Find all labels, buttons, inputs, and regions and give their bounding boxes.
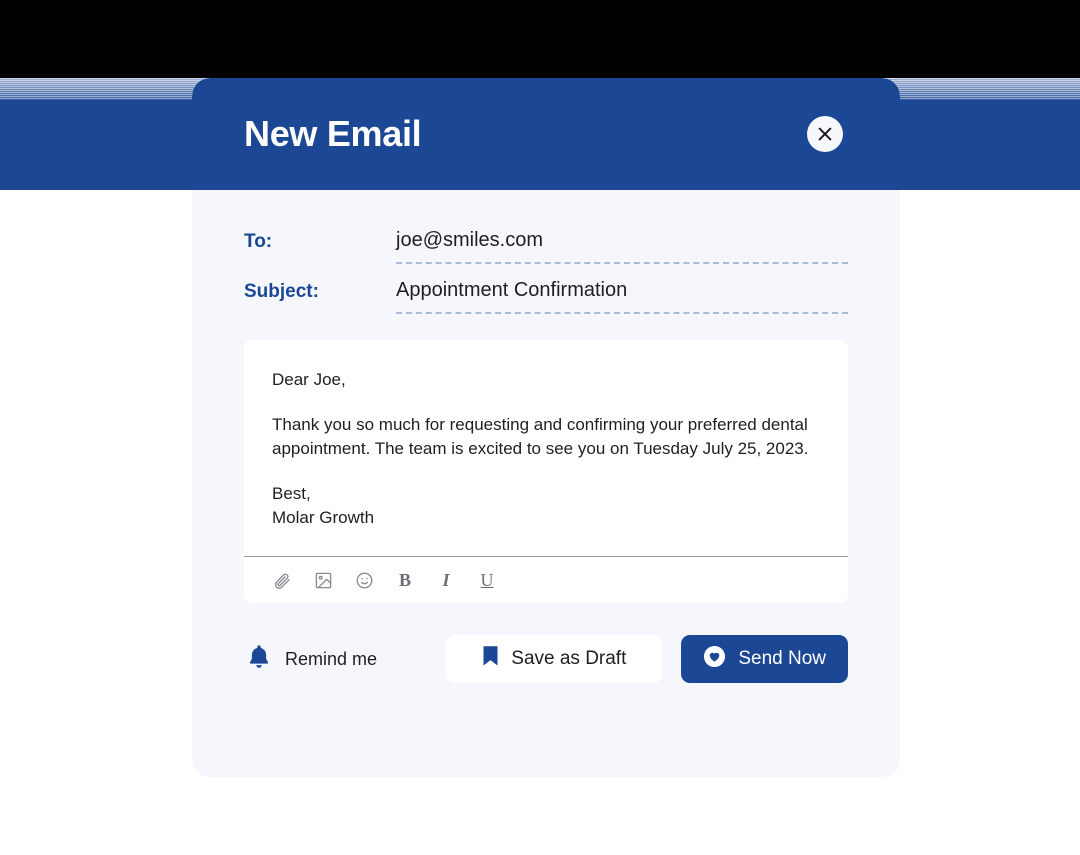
subject-label: Subject:: [244, 281, 319, 302]
bell-icon: [246, 643, 272, 676]
bold-button[interactable]: B: [393, 568, 417, 592]
heart-circle-icon: [703, 645, 726, 674]
italic-button[interactable]: I: [434, 568, 458, 592]
message-card: Dear Joe, Thank you so much for requesti…: [244, 340, 848, 603]
message-body[interactable]: Dear Joe, Thank you so much for requesti…: [244, 340, 848, 556]
to-input-value[interactable]: joe@smiles.com: [396, 227, 848, 253]
bold-icon: B: [398, 570, 411, 590]
subject-field[interactable]: Appointment Confirmation: [396, 274, 848, 314]
new-email-modal: New Email To: joe@smiles.com Subject: Ap…: [192, 78, 900, 777]
field-row-to: To: joe@smiles.com: [244, 224, 848, 264]
to-field[interactable]: joe@smiles.com: [396, 224, 848, 264]
remind-me-label: Remind me: [285, 648, 378, 669]
emoji-icon: [355, 571, 374, 590]
subject-input-value[interactable]: Appointment Confirmation: [396, 277, 848, 303]
format-toolbar: B I U: [244, 556, 848, 603]
close-button[interactable]: [807, 116, 843, 152]
attach-icon: [273, 571, 292, 590]
field-row-subject: Subject: Appointment Confirmation: [244, 274, 848, 314]
bookmark-icon: [482, 645, 499, 673]
message-signoff: Best,: [272, 484, 311, 503]
remind-me-button[interactable]: Remind me: [244, 639, 383, 680]
insert-emoji-button[interactable]: [352, 568, 376, 592]
attach-button[interactable]: [270, 568, 294, 592]
message-greeting: Dear Joe,: [272, 370, 346, 389]
save-as-draft-button[interactable]: Save as Draft: [446, 635, 663, 683]
top-letterbox: [0, 0, 1080, 78]
action-row: Remind me Save as Draft Send Now: [244, 635, 848, 683]
send-now-button[interactable]: Send Now: [681, 635, 848, 683]
underline-button[interactable]: U: [475, 568, 499, 592]
underline-icon: U: [480, 570, 494, 590]
image-icon: [314, 571, 333, 590]
to-label: To:: [244, 231, 273, 252]
close-icon: [816, 125, 834, 143]
page-title: New Email: [244, 113, 422, 154]
screen: New Email To: joe@smiles.com Subject: Ap…: [0, 0, 1080, 855]
italic-icon: I: [442, 570, 450, 590]
message-signature: Molar Growth: [272, 508, 375, 527]
insert-image-button[interactable]: [311, 568, 335, 592]
save-as-draft-label: Save as Draft: [511, 648, 627, 669]
modal-header: New Email: [192, 78, 900, 190]
modal-body: To: joe@smiles.com Subject: Appointment …: [192, 190, 900, 683]
message-paragraph: Thank you so much for requesting and con…: [272, 415, 809, 458]
send-now-label: Send Now: [738, 648, 826, 669]
message-signature-block: Best, Molar Growth: [272, 482, 820, 530]
